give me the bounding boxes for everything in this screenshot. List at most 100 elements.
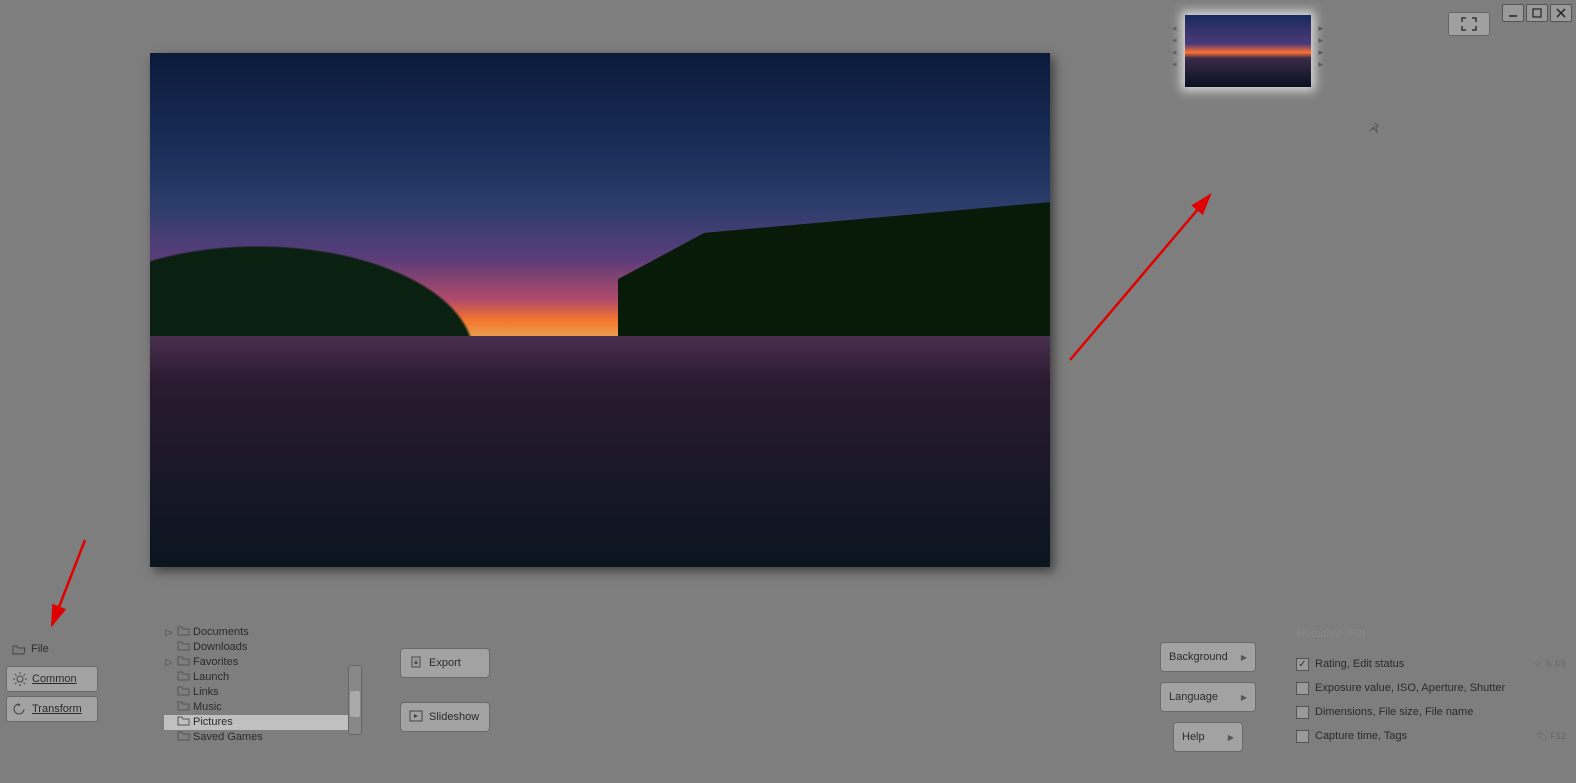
tree-item-saved-games[interactable]: Saved Games (164, 730, 354, 745)
button-label: Background (1169, 651, 1228, 663)
next-arrows[interactable]: ▸ ▸ ▸ ▸ (1319, 15, 1324, 70)
sun-icon (13, 672, 27, 686)
button-label: Slideshow (429, 711, 479, 723)
transform-tab[interactable]: Transform (6, 696, 98, 722)
maximize-button[interactable] (1526, 4, 1548, 22)
tree-scrollbar[interactable] (348, 665, 362, 735)
button-label: Export (429, 657, 461, 669)
tree-item-links[interactable]: Links (164, 685, 354, 700)
help-button[interactable]: Help ▶ (1173, 722, 1243, 752)
maximize-icon (1532, 8, 1542, 18)
folder-open-icon (12, 643, 26, 655)
annotation-arrow (1060, 180, 1230, 383)
chevron-left-icon: ◂ (1172, 23, 1177, 34)
metadata-label: Dimensions, File size, File name (1315, 706, 1473, 718)
common-tab[interactable]: Common (6, 666, 98, 692)
tree-label: Saved Games (193, 730, 263, 745)
checkbox[interactable] (1296, 682, 1309, 695)
pin-icon (1369, 122, 1381, 134)
tree-item-music[interactable]: Music (164, 700, 354, 715)
tab-label: Common (32, 673, 77, 685)
prev-arrows[interactable]: ◂ ◂ ◂ ◂ (1172, 15, 1177, 70)
folder-icon (177, 640, 190, 656)
folder-icon (177, 670, 190, 686)
metadata-title: Metadata (F8) (1296, 628, 1566, 640)
expander-icon[interactable]: ▷ (164, 625, 174, 640)
tab-label: File (31, 643, 49, 655)
metadata-label: Capture time, Tags (1315, 730, 1407, 742)
window-controls (1502, 4, 1572, 22)
tree-label: Favorites (193, 655, 238, 670)
chevron-left-icon: ◂ (1172, 35, 1177, 46)
image-content (150, 336, 1050, 567)
tab-label: Transform (32, 703, 82, 715)
tree-label: Pictures (193, 715, 233, 730)
folder-icon (177, 625, 190, 641)
folder-icon (177, 730, 190, 746)
image-content (618, 202, 1050, 356)
chevron-right-icon: ▶ (1241, 653, 1247, 662)
scrollbar-thumb[interactable] (350, 691, 360, 717)
chevron-right-icon: ▶ (1228, 733, 1234, 742)
settings-buttons: Background ▶ Language ▶ Help ▶ (1160, 642, 1256, 752)
folder-icon (177, 685, 190, 701)
shortcut-key: F9 (1555, 659, 1566, 669)
chevron-right-icon: ▸ (1319, 23, 1324, 34)
tree-label: Launch (193, 670, 229, 685)
chevron-right-icon: ▸ (1319, 35, 1324, 46)
export-button[interactable]: Export (400, 648, 490, 678)
chevron-right-icon: ▶ (1241, 693, 1247, 702)
tree-label: Music (193, 700, 222, 715)
tree-item-documents[interactable]: ▷ Documents (164, 625, 354, 640)
close-button[interactable] (1550, 4, 1572, 22)
tree-item-launch[interactable]: Launch (164, 670, 354, 685)
metadata-row-exposure[interactable]: Exposure value, ISO, Aperture, Shutter (1296, 676, 1566, 700)
checkbox-checked[interactable] (1296, 658, 1309, 671)
language-button[interactable]: Language ▶ (1160, 682, 1256, 712)
tree-item-downloads[interactable]: Downloads (164, 640, 354, 655)
metadata-row-dimensions[interactable]: Dimensions, File size, File name (1296, 700, 1566, 724)
minimize-icon (1508, 8, 1518, 18)
chevron-left-icon: ◂ (1172, 59, 1177, 70)
export-icon (409, 655, 423, 672)
shortcut-key: F12 (1550, 731, 1566, 741)
chevron-right-icon: ▸ (1319, 59, 1324, 70)
fullscreen-button[interactable] (1448, 12, 1490, 36)
star-icon: ☆ (1534, 659, 1542, 670)
thumbnail-image[interactable] (1185, 15, 1311, 87)
rotate-icon (13, 703, 27, 715)
annotation-arrow (40, 530, 100, 643)
button-label: Help (1182, 731, 1205, 743)
background-button[interactable]: Background ▶ (1160, 642, 1256, 672)
slideshow-button[interactable]: Slideshow (400, 702, 490, 732)
folder-icon (177, 715, 190, 731)
metadata-row-capture[interactable]: Capture time, Tags 🏷 F12 (1296, 724, 1566, 748)
checkbox[interactable] (1296, 730, 1309, 743)
tree-label: Links (193, 685, 219, 700)
minimize-button[interactable] (1502, 4, 1524, 22)
tag-icon: 🏷 (1536, 731, 1547, 742)
tree-item-favorites[interactable]: ▷ Favorites (164, 655, 354, 670)
side-tabs: File Common Transform (6, 636, 98, 722)
thumbnail-navigator: ◂ ◂ ◂ ◂ ▸ ▸ ▸ ▸ (1172, 15, 1323, 87)
chevron-right-icon: ▸ (1319, 47, 1324, 58)
metadata-label: Exposure value, ISO, Aperture, Shutter (1315, 682, 1505, 694)
expander-icon[interactable]: ▷ (164, 655, 174, 670)
pencil-icon: ✎ (1545, 659, 1553, 670)
button-label: Language (1169, 691, 1218, 703)
checkbox[interactable] (1296, 706, 1309, 719)
metadata-panel: Metadata (F8) Rating, Edit status ☆ ✎ F9… (1296, 628, 1566, 748)
chevron-left-icon: ◂ (1172, 47, 1177, 58)
metadata-row-rating[interactable]: Rating, Edit status ☆ ✎ F9 (1296, 652, 1566, 676)
play-icon (409, 709, 423, 726)
close-icon (1556, 8, 1566, 18)
file-tab[interactable]: File (6, 636, 98, 662)
folder-icon (177, 655, 190, 671)
pin-button[interactable] (1369, 122, 1381, 137)
tree-item-pictures[interactable]: Pictures (164, 715, 354, 730)
action-buttons: Export Slideshow (400, 648, 490, 732)
expand-icon (1461, 17, 1477, 31)
main-image-view[interactable] (150, 53, 1050, 567)
tree-label: Documents (193, 625, 249, 640)
folder-tree[interactable]: ▷ Documents Downloads ▷ Favorites Launch… (164, 625, 354, 745)
